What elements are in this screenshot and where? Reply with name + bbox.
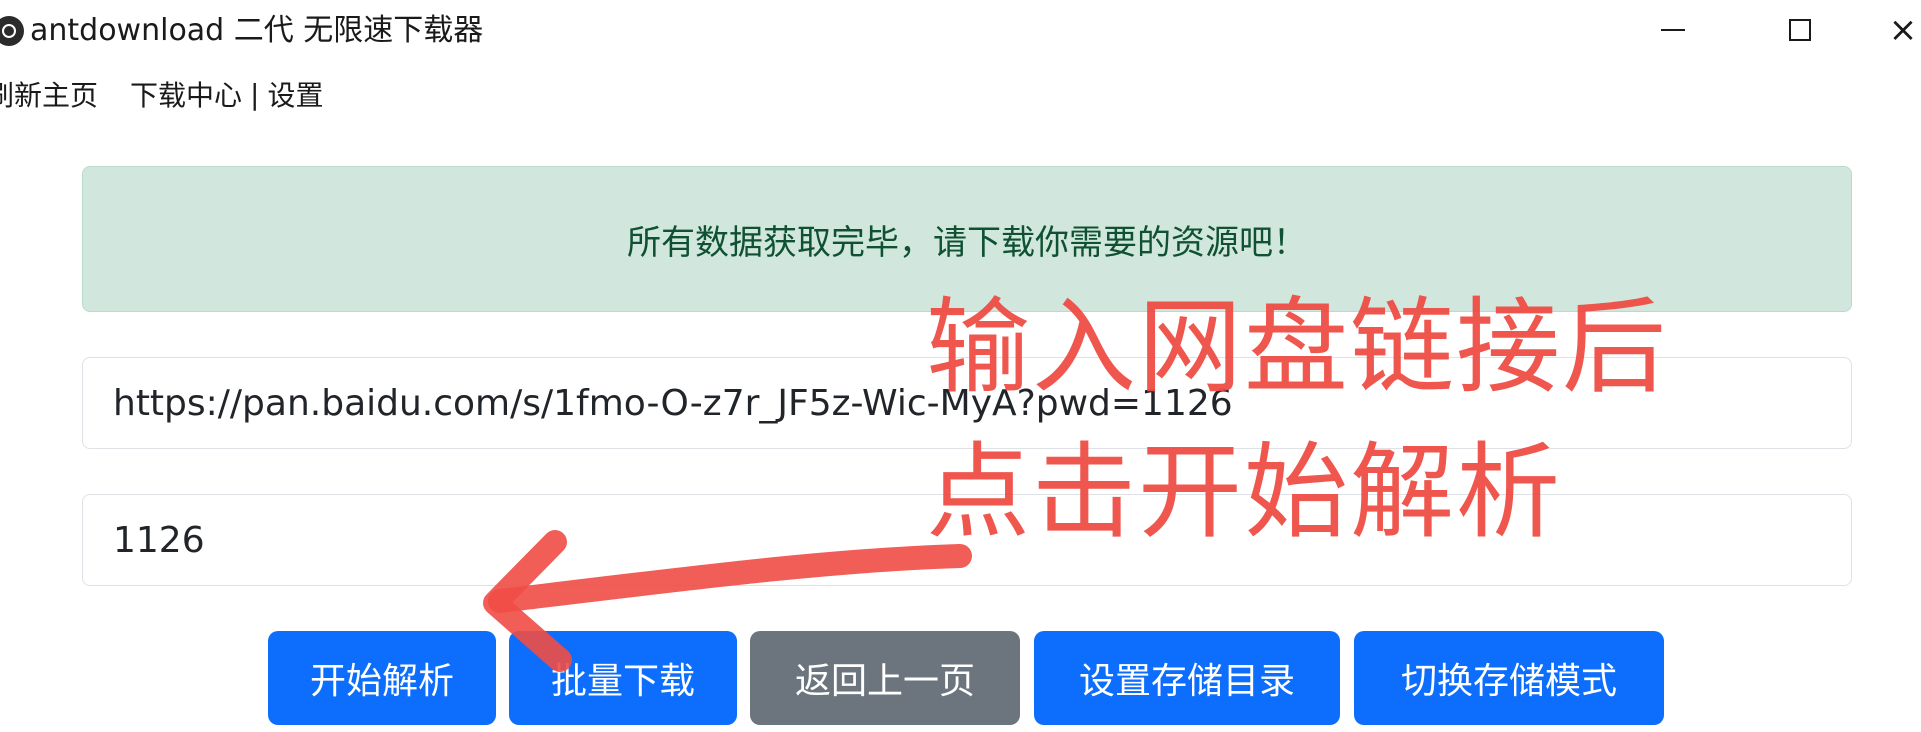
- go-back-button[interactable]: 返回上一页: [750, 631, 1020, 725]
- set-storage-dir-button[interactable]: 设置存储目录: [1034, 631, 1340, 725]
- menu-download-center[interactable]: 下载中心: [130, 74, 242, 114]
- alert-message: 所有数据获取完毕，请下载你需要的资源吧！: [627, 222, 1307, 263]
- minimize-icon: [1661, 29, 1685, 31]
- window-title: antdownload 二代 无限速下载器: [30, 13, 484, 48]
- close-icon: ×: [1888, 10, 1918, 50]
- menu-separator: |: [250, 77, 260, 111]
- app-logo-icon: [0, 16, 24, 46]
- annotation-line-1: 输入网盘链接后: [926, 286, 1669, 408]
- batch-download-button[interactable]: 批量下载: [509, 631, 737, 725]
- maximize-button[interactable]: [1750, 0, 1850, 60]
- title-bar: antdownload 二代 无限速下载器 ×: [0, 0, 1921, 64]
- close-button[interactable]: ×: [1853, 0, 1921, 60]
- app-window: antdownload 二代 无限速下载器 × 刷新主页 下载中心 | 设置 所…: [0, 0, 1921, 732]
- switch-storage-mode-button[interactable]: 切换存储模式: [1354, 631, 1664, 725]
- maximize-icon: [1789, 19, 1811, 41]
- start-parse-button[interactable]: 开始解析: [268, 631, 496, 725]
- annotation-line-2: 点击开始解析: [926, 431, 1563, 553]
- menu-bar: 刷新主页 下载中心 | 设置: [0, 74, 323, 114]
- minimize-button[interactable]: [1623, 0, 1723, 60]
- menu-settings[interactable]: 设置: [267, 74, 323, 114]
- menu-refresh-home[interactable]: 刷新主页: [0, 74, 98, 114]
